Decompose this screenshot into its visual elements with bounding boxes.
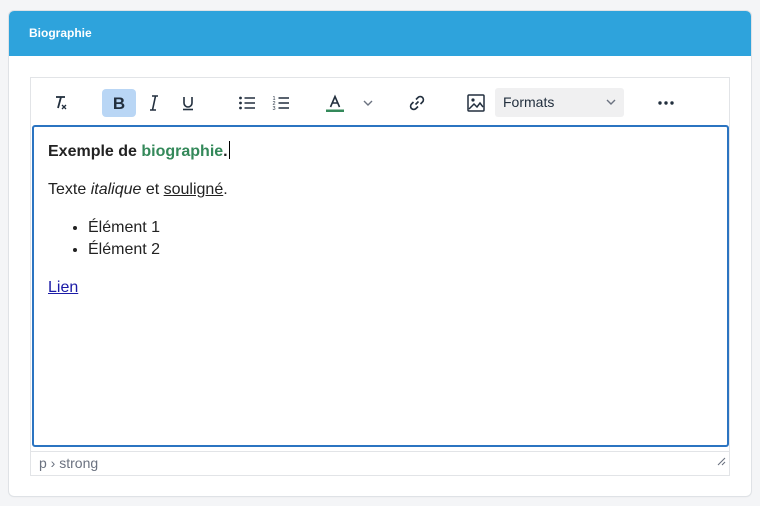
bold-icon: B xyxy=(109,93,129,113)
bullet-list-icon xyxy=(237,93,257,113)
bio-paragraph-1: Exemple de biographie. xyxy=(48,141,713,163)
list-item: Élément 1 xyxy=(88,217,713,239)
link-icon xyxy=(407,93,427,113)
image-icon xyxy=(466,93,486,113)
biography-panel: Biographie B 1 2 3 Formats Exemple de bi… xyxy=(9,11,751,496)
chevron-down-icon xyxy=(605,88,617,127)
status-bar: p › strong xyxy=(31,451,729,475)
link-button[interactable] xyxy=(400,89,434,117)
chevron-down-icon xyxy=(362,97,374,109)
bullet-list: Élément 1 Élément 2 xyxy=(48,217,713,261)
bold-text: Exemple de biographie. xyxy=(48,143,228,160)
editor-content-area[interactable]: Exemple de biographie. Texte italique et… xyxy=(32,125,729,447)
italic-button[interactable] xyxy=(137,89,171,117)
underline-icon xyxy=(178,93,198,113)
formats-label: Formats xyxy=(503,94,555,110)
italic-text: italique xyxy=(90,181,142,198)
link-paragraph: Lien xyxy=(48,277,713,299)
list-item: Élément 2 xyxy=(88,239,713,261)
svg-text:3: 3 xyxy=(272,106,275,112)
bullet-list-button[interactable] xyxy=(230,89,264,117)
bio-paragraph-2: Texte italique et souligné. xyxy=(48,181,228,198)
more-button[interactable] xyxy=(649,89,683,117)
text-color-button[interactable] xyxy=(323,89,347,117)
clear-format-button[interactable] xyxy=(43,89,77,117)
svg-text:B: B xyxy=(113,94,125,113)
resize-handle-icon[interactable] xyxy=(716,450,726,472)
italic-icon xyxy=(144,93,164,113)
panel-title: Biographie xyxy=(9,11,751,56)
element-path[interactable]: p › strong xyxy=(39,455,98,471)
clear-format-icon xyxy=(50,93,70,113)
underlined-text: souligné xyxy=(163,181,224,198)
more-icon xyxy=(656,93,676,113)
text-color-icon xyxy=(325,93,345,113)
image-button[interactable] xyxy=(459,89,493,117)
numbered-list-icon: 1 2 3 xyxy=(271,93,291,113)
rich-text-editor: B 1 2 3 Formats Exemple de biographie. T… xyxy=(30,77,730,476)
underline-button[interactable] xyxy=(171,89,205,117)
numbered-list-button[interactable]: 1 2 3 xyxy=(264,89,298,117)
editor-toolbar: B 1 2 3 Formats xyxy=(31,78,729,126)
bold-button[interactable]: B xyxy=(102,89,136,117)
green-word: biographie xyxy=(141,143,224,160)
text-cursor xyxy=(228,141,230,159)
content-link[interactable]: Lien xyxy=(48,279,78,296)
formats-dropdown[interactable]: Formats xyxy=(495,88,624,117)
text-color-dropdown[interactable] xyxy=(355,89,381,117)
